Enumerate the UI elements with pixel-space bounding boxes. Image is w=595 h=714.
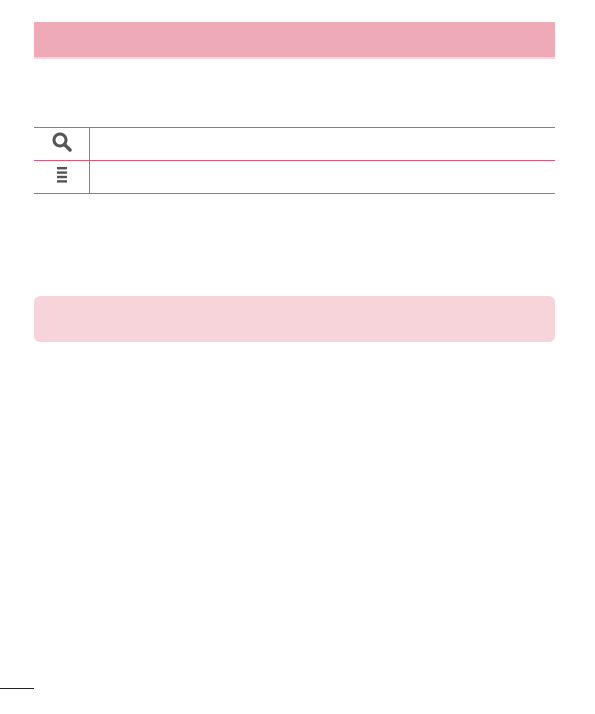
document-page — [0, 0, 595, 714]
search-icon — [52, 132, 72, 152]
icon-description — [89, 127, 555, 161]
section-header-bar — [34, 22, 555, 57]
table-row — [34, 160, 555, 194]
footer-rule — [0, 688, 34, 689]
header-underline — [34, 57, 555, 59]
note-box — [34, 296, 555, 342]
icon-description — [89, 160, 555, 194]
table-row — [34, 127, 555, 161]
icon-cell — [34, 127, 90, 161]
icon-table — [34, 127, 555, 194]
icon-cell — [34, 160, 90, 194]
menu-icon — [56, 166, 67, 183]
